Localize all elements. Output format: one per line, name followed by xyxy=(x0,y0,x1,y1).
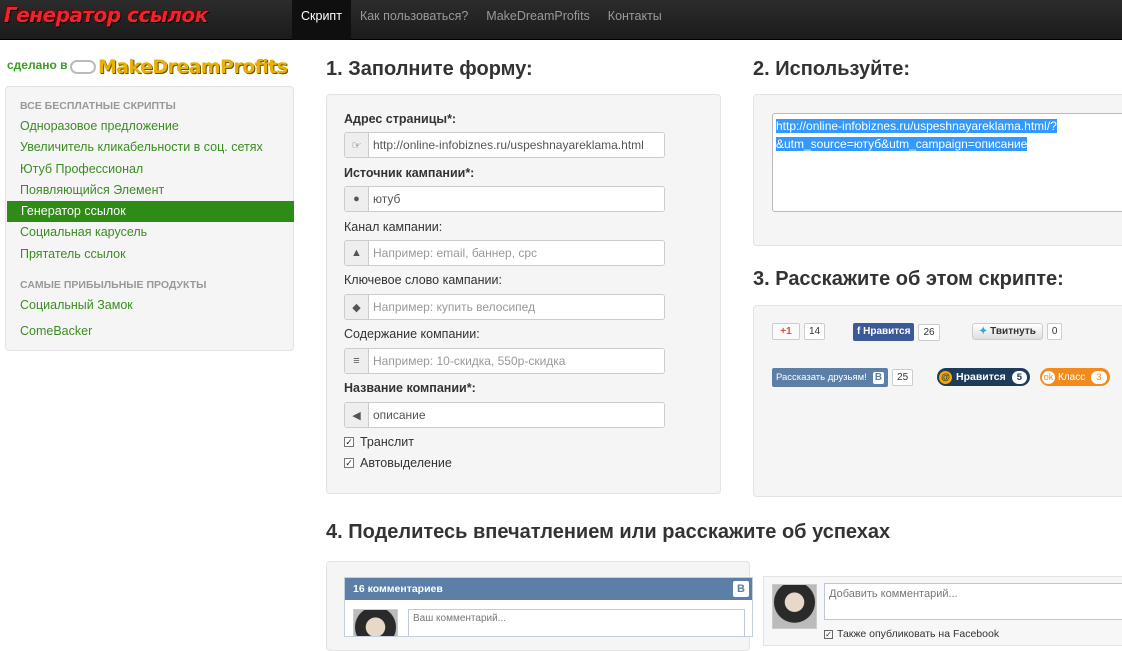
share-heading: 3. Расскажите об этом скрипте: xyxy=(753,268,1064,290)
list-icon: ≡ xyxy=(345,349,369,373)
source-input[interactable] xyxy=(369,187,664,211)
term-input[interactable] xyxy=(369,295,664,319)
vk-share-count: 25 xyxy=(892,369,914,386)
medium-label: Канал кампании: xyxy=(344,220,443,234)
sidebar-item-link-generator[interactable]: Генератор ссылок xyxy=(7,201,294,222)
vk-user-avatar xyxy=(353,609,398,636)
vk-comment-input[interactable]: Ваш комментарий... xyxy=(408,609,745,636)
gplus-count: 14 xyxy=(804,323,826,340)
sidebar-item-ctr-booster[interactable]: Увеличитель кликабельности в соц. сетях xyxy=(6,137,293,158)
mailru-like-widget: @ Нравится 5 xyxy=(937,368,1031,386)
campaign-name-field: ◀ xyxy=(344,402,665,428)
mailru-at-icon: @ xyxy=(939,370,952,384)
gplus-button[interactable]: +1 xyxy=(772,323,800,340)
medium-field: ▲ xyxy=(344,240,665,266)
term-field: ◆ xyxy=(344,294,665,320)
sidebar-item-social-lock[interactable]: Социальный Замок xyxy=(6,295,293,316)
vk-comments-header: 16 комментариев В xyxy=(345,578,752,600)
ok-class-label: Класс xyxy=(1058,371,1086,383)
twitter-bird-icon: ✦ xyxy=(979,326,988,337)
facebook-comments-widget: Добавить комментарий... ✓ Также опублико… xyxy=(763,576,1122,646)
sidebar-section-free: ВСЕ БЕСПЛАТНЫЕ СКРИПТЫ xyxy=(20,100,176,112)
medium-input[interactable] xyxy=(369,241,664,265)
content-label: Содержание компании: xyxy=(344,327,480,341)
facebook-also-post-checkbox[interactable]: ✓ xyxy=(824,629,833,639)
made-by-label: сделано в xyxy=(7,58,68,72)
facebook-also-post-label: Также опубликовать на Facebook xyxy=(837,628,1000,640)
facebook-also-post-option: ✓ Также опубликовать на Facebook xyxy=(824,628,999,640)
feedback-heading: 4. Поделитесь впечатлением или расскажит… xyxy=(326,521,891,543)
sidebar-section-profitable: САМЫЕ ПРИБЫЛЬНЫЕ ПРОДУКТЫ xyxy=(20,279,207,291)
autoselect-label: Автовыделение xyxy=(360,456,452,470)
page-url-label: Адрес страницы*: xyxy=(344,112,457,126)
vk-share-label: Рассказать друзьям! xyxy=(776,372,867,383)
content-input[interactable] xyxy=(369,349,664,373)
facebook-comment-input[interactable]: Добавить комментарий... xyxy=(824,583,1122,620)
ok-class-widget: ok Класс 3 xyxy=(1040,368,1110,386)
makedreamprofits-logo[interactable]: MakeDreamProfits xyxy=(70,56,288,78)
sidebar-item-social-carousel[interactable]: Социальная карусель xyxy=(6,222,293,243)
translit-option: ✓ Транслит xyxy=(344,435,414,449)
sidebar-item-youtube-pro[interactable]: Ютуб Профессионал xyxy=(6,159,293,180)
facebook-like-label: Нравится xyxy=(863,326,911,337)
autoselect-option: ✓ Автовыделение xyxy=(344,456,452,470)
brand-logo[interactable]: Генератор ссылок xyxy=(4,3,208,27)
bullhorn-icon: ◀ xyxy=(345,403,369,427)
map-marker-icon: ● xyxy=(345,187,369,211)
ok-class-count: 3 xyxy=(1091,370,1107,384)
gplus-widget: +1 14 xyxy=(772,323,826,340)
top-navbar: Генератор ссылок Скрипт Как пользоваться… xyxy=(0,0,1122,40)
form-heading: 1. Заполните форму: xyxy=(326,58,533,80)
use-heading: 2. Используйте: xyxy=(753,58,910,80)
hand-pointer-icon: ☞ xyxy=(345,133,369,157)
source-label: Источник кампании*: xyxy=(344,166,475,180)
campaign-name-label: Название компании*: xyxy=(344,381,476,395)
road-icon: ▲ xyxy=(345,241,369,265)
facebook-like-count: 26 xyxy=(918,323,940,341)
tags-icon: ◆ xyxy=(345,295,369,319)
vk-comments-count: 16 комментариев xyxy=(353,583,443,595)
sidebar-item-popup-element[interactable]: Появляющийся Элемент xyxy=(6,180,293,201)
facebook-user-avatar xyxy=(772,584,817,629)
term-label: Ключевое слово кампании: xyxy=(344,273,502,287)
generated-link-textarea[interactable]: http://online-infobiznes.ru/uspeshnayare… xyxy=(772,113,1122,212)
page-url-field: ☞ xyxy=(344,132,665,158)
vk-share-button[interactable]: Рассказать друзьям! В xyxy=(772,368,889,387)
nav-contacts[interactable]: Контакты xyxy=(599,0,671,40)
tweet-label: Твитнуть xyxy=(990,326,1036,337)
tweet-count: 0 xyxy=(1046,323,1063,340)
generated-link-line2: &utm_source=ютуб&utm_campaign=описание xyxy=(776,137,1028,151)
sidebar: ВСЕ БЕСПЛАТНЫЕ СКРИПТЫ Одноразовое предл… xyxy=(5,86,294,351)
translit-checkbox[interactable]: ✓ xyxy=(344,437,354,447)
mailru-like-button[interactable]: @ Нравится 5 xyxy=(937,368,1031,386)
mailru-like-count: 5 xyxy=(1011,370,1028,384)
main-nav: Скрипт Как пользоваться? MakeDreamProfit… xyxy=(292,0,671,40)
sidebar-item-link-hider[interactable]: Прятатель ссылок xyxy=(6,244,293,265)
nav-makedreamprofits[interactable]: MakeDreamProfits xyxy=(477,0,599,40)
vk-logo-icon: В xyxy=(872,371,885,384)
nav-script[interactable]: Скрипт xyxy=(292,0,351,40)
content-field: ≡ xyxy=(344,348,665,374)
source-field: ● xyxy=(344,186,665,212)
ok-class-button[interactable]: ok Класс 3 xyxy=(1040,368,1110,386)
vk-comments-widget: 16 комментариев В Ваш комментарий... xyxy=(344,577,753,637)
sidebar-item-comebacker[interactable]: ComeBacker xyxy=(6,321,293,342)
campaign-name-input[interactable] xyxy=(369,403,664,427)
autoselect-checkbox[interactable]: ✓ xyxy=(344,458,354,468)
vk-logo-icon: В xyxy=(733,581,749,597)
facebook-like-widget: f Нравится 26 xyxy=(853,323,940,341)
generated-link-line1: http://online-infobiznes.ru/uspeshnayare… xyxy=(776,119,1057,133)
page-url-input[interactable] xyxy=(369,133,664,157)
makedreamprofits-logo-text: MakeDreamProfits xyxy=(98,56,288,78)
facebook-like-button[interactable]: f Нравится xyxy=(853,323,915,341)
sidebar-item-one-time-offer[interactable]: Одноразовое предложение xyxy=(6,116,293,137)
nav-how-to[interactable]: Как пользоваться? xyxy=(351,0,477,40)
mailru-like-label: Нравится xyxy=(956,371,1006,383)
odnoklassniki-icon: ok xyxy=(1042,370,1055,384)
translit-label: Транслит xyxy=(360,435,414,449)
twitter-widget: ✦ Твитнуть 0 xyxy=(972,323,1063,340)
tweet-button[interactable]: ✦ Твитнуть xyxy=(972,323,1043,340)
cloud-icon xyxy=(70,60,96,74)
vk-share-widget: Рассказать друзьям! В 25 xyxy=(772,368,914,387)
